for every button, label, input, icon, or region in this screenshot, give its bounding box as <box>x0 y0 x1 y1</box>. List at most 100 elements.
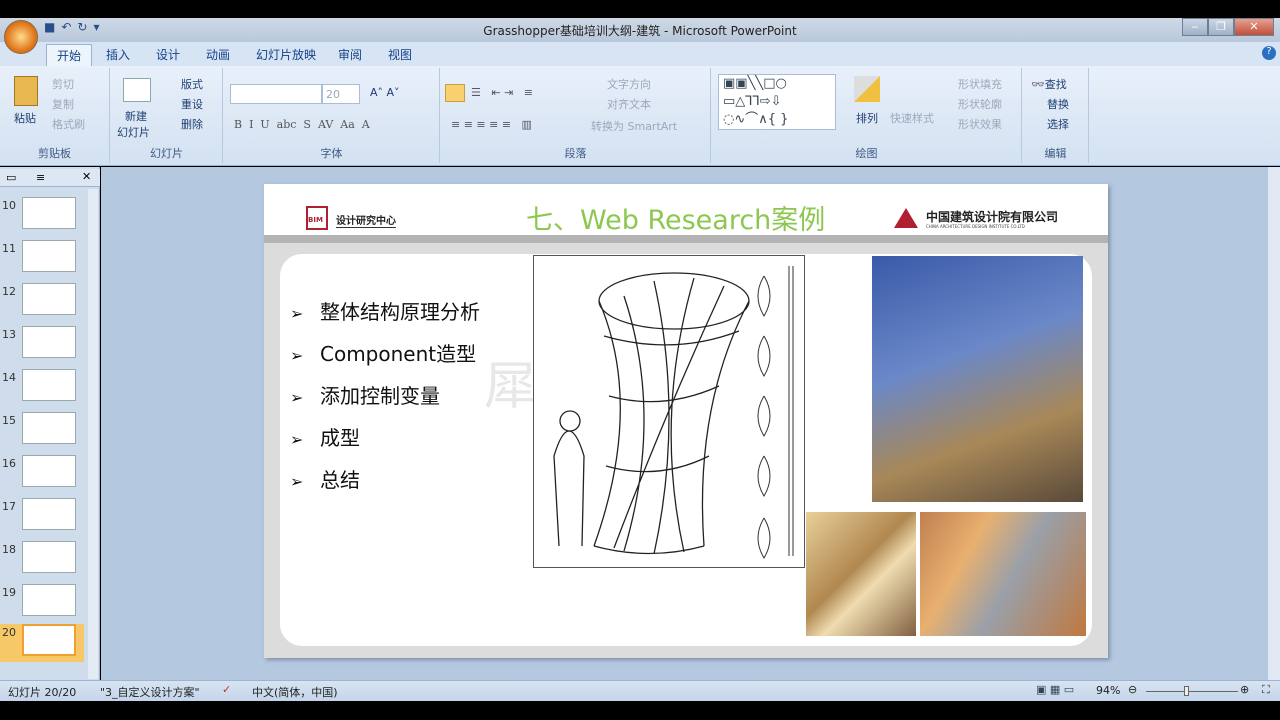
arrange-button[interactable]: 排列 <box>856 110 878 126</box>
tab-insert[interactable]: 插入 <box>106 46 130 63</box>
view-buttons[interactable]: ▣ ▦ ▭ <box>1036 683 1074 696</box>
slide-thumbnail[interactable]: 16 <box>0 455 90 495</box>
bullet-item[interactable]: ➢ Component造型 <box>290 338 476 367</box>
arrow-bullet-icon: ➢ <box>290 472 304 491</box>
font-name-input[interactable] <box>230 84 322 104</box>
customize-icon[interactable]: ▾ <box>93 20 99 38</box>
bullet-item[interactable]: ➢ 整体结构原理分析 <box>290 296 480 325</box>
tab-view[interactable]: 视图 <box>388 46 412 63</box>
find-button[interactable]: 👓查找 <box>1031 76 1067 92</box>
thumbnail-image <box>22 240 76 272</box>
quick-styles-button[interactable]: 快速样式 <box>890 110 934 126</box>
shape-effects-button[interactable]: 形状效果 <box>958 116 1002 132</box>
thumbnail-image <box>22 369 76 401</box>
bullet-item[interactable]: ➢ 添加控制变量 <box>290 380 440 409</box>
tab-review[interactable]: 审阅 <box>338 46 362 63</box>
thumbnail-image <box>22 412 76 444</box>
vertical-scrollbar[interactable] <box>1268 167 1280 680</box>
restore-button[interactable]: ❐ <box>1208 18 1234 36</box>
font-size-input[interactable]: 20 <box>322 84 360 104</box>
spellcheck-icon[interactable]: ✓ <box>222 683 231 696</box>
zoom-level[interactable]: 94% <box>1096 684 1120 697</box>
slide-number: 12 <box>2 285 16 298</box>
tab-slideshow[interactable]: 幻灯片放映 <box>256 46 316 63</box>
panel-scrollbar[interactable] <box>88 189 98 679</box>
tab-home[interactable]: 开始 <box>46 44 93 66</box>
select-button[interactable]: 选择 <box>1047 116 1069 132</box>
slides-panel: ▭ ≡ ✕ 10 11 12 13 14 15 16 17 18 19 20 <box>0 167 100 680</box>
bullet-item[interactable]: ➢ 总结 <box>290 464 360 493</box>
slide-title[interactable]: 七、Web Research案例 <box>526 198 825 237</box>
group-label: 编辑 <box>1044 147 1067 160</box>
font-format-buttons[interactable]: B I U abc S AV Aa A <box>234 118 370 131</box>
binoculars-icon: 👓 <box>1031 78 1045 91</box>
group-label: 幻灯片 <box>150 147 183 160</box>
copy-button[interactable]: 复制 <box>52 96 74 112</box>
redo-icon[interactable]: ↻ <box>77 20 87 38</box>
shape-outline-button[interactable]: 形状轮廓 <box>958 96 1002 112</box>
language[interactable]: 中文(简体，中国) <box>252 684 338 700</box>
bullet-text: 成型 <box>320 426 360 450</box>
close-panel-icon[interactable]: ✕ <box>82 170 91 183</box>
tab-design[interactable]: 设计 <box>156 46 180 63</box>
slide-thumbnail[interactable]: 19 <box>0 584 90 624</box>
shapes-gallery[interactable]: ▣▣╲╲□○ ▭△⅂⅂⇨⇩ ◌∿⌒∧{ } <box>718 74 836 130</box>
slides-tab[interactable]: ▭ <box>6 171 16 184</box>
slide-thumbnail[interactable]: 10 <box>0 197 90 237</box>
new-slide-label[interactable]: 幻灯片 <box>117 124 150 140</box>
slide-number: 17 <box>2 500 16 513</box>
zoom-slider[interactable] <box>1146 691 1238 692</box>
paste-icon <box>14 76 38 106</box>
list-buttons[interactable]: ☰ ⇤ ⇥ ≡ <box>471 86 533 99</box>
align-buttons[interactable]: ≡ ≡ ≡ ≡ ≡ ▥ <box>451 118 532 131</box>
save-icon[interactable]: ■ <box>44 20 55 38</box>
close-button[interactable]: ✕ <box>1234 18 1274 36</box>
bullet-item[interactable]: ➢ 成型 <box>290 422 360 451</box>
new-slide-button[interactable]: 新建 <box>125 108 147 124</box>
cut-button[interactable]: 剪切 <box>52 76 74 92</box>
slide-thumbnail[interactable]: 13 <box>0 326 90 366</box>
slide-thumbnail[interactable]: 18 <box>0 541 90 581</box>
format-painter-button[interactable]: 格式刷 <box>52 116 85 132</box>
convert-smartart-button[interactable]: 转换为 SmartArt <box>591 118 677 134</box>
thumbnail-image <box>22 326 76 358</box>
slide-thumbnail[interactable]: 12 <box>0 283 90 323</box>
detail-photo-1 <box>806 512 916 636</box>
minimize-button[interactable]: ‒ <box>1182 18 1208 36</box>
zoom-slider-thumb[interactable] <box>1184 686 1189 696</box>
paste-button[interactable]: 粘贴 <box>14 110 36 126</box>
fit-window-icon[interactable]: ⛶ <box>1262 683 1270 697</box>
slide-number: 10 <box>2 199 16 212</box>
group-paragraph: ☰ ⇤ ⇥ ≡ ≡ ≡ ≡ ≡ ≡ ▥ 文字方向 对齐文本 转换为 SmartA… <box>441 68 711 163</box>
bullets-button[interactable] <box>445 84 465 102</box>
theme-name[interactable]: "3_自定义设计方案" <box>100 684 200 700</box>
tab-animation[interactable]: 动画 <box>206 46 230 63</box>
zoom-out-icon[interactable]: ⊖ <box>1128 683 1137 696</box>
sculpture-photo <box>872 256 1083 502</box>
thumbnail-image <box>22 498 76 530</box>
shape-fill-button[interactable]: 形状填充 <box>958 76 1002 92</box>
zoom-in-icon[interactable]: ⊕ <box>1240 683 1249 696</box>
slide-thumbnail[interactable]: 15 <box>0 412 90 452</box>
office-button[interactable] <box>4 20 38 54</box>
text-direction-button[interactable]: 文字方向 <box>607 76 651 92</box>
reset-button[interactable]: 重设 <box>181 96 203 112</box>
layout-button[interactable]: 版式 <box>181 76 203 92</box>
bullet-text: 添加控制变量 <box>320 384 440 408</box>
slide-thumbnail[interactable]: 20 <box>0 624 84 662</box>
replace-button[interactable]: 替换 <box>1047 96 1069 112</box>
undo-icon[interactable]: ↶ <box>61 20 71 38</box>
structure-drawing <box>533 255 805 568</box>
align-text-button[interactable]: 对齐文本 <box>607 96 651 112</box>
grow-font-icon[interactable]: A˄ A˅ <box>370 86 400 99</box>
delete-button[interactable]: 删除 <box>181 116 203 132</box>
slide-number: 15 <box>2 414 16 427</box>
cadi-logo-icon <box>894 208 918 228</box>
slide-thumbnail[interactable]: 11 <box>0 240 90 280</box>
slide-thumbnail[interactable]: 17 <box>0 498 90 538</box>
slide-thumbnail[interactable]: 14 <box>0 369 90 409</box>
thumbnail-image <box>22 584 76 616</box>
header-divider <box>264 235 1108 243</box>
outline-tab[interactable]: ≡ <box>36 171 45 184</box>
help-icon[interactable]: ? <box>1262 46 1276 60</box>
